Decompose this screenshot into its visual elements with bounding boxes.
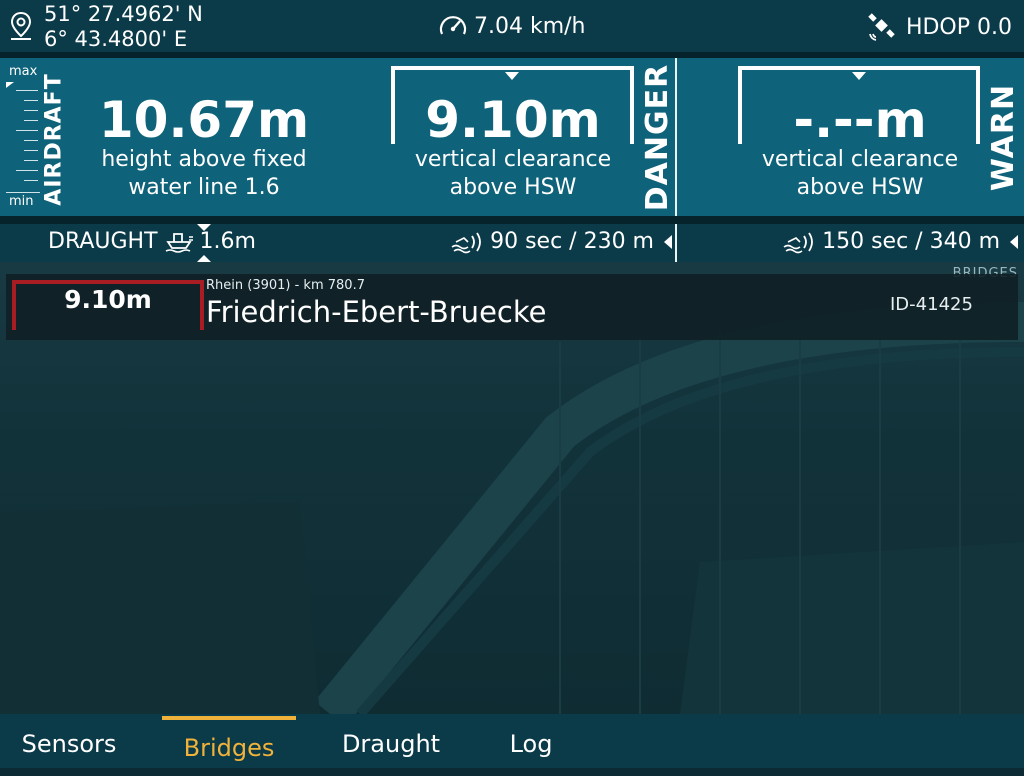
danger-desc-line2: above HSW <box>449 175 577 200</box>
bridge-view: BRIDGES 9.10m Rhein (3901) - km 780.7 Fr… <box>0 262 1024 714</box>
danger-eta-value: 90 sec / 230 m <box>490 229 654 254</box>
danger-label: DANGER <box>638 62 678 212</box>
warn-eta-value: 150 sec / 340 m <box>822 229 1000 254</box>
danger-desc-line1: vertical clearance <box>414 147 612 172</box>
draught-value: 1.6m <box>199 228 256 254</box>
bridge-id: ID-41425 <box>890 294 973 315</box>
river-km: Rhein (3901) - km 780.7 <box>206 278 365 293</box>
satellite-icon <box>868 13 895 41</box>
ship-draught-icon <box>165 233 193 253</box>
speedometer-icon <box>439 16 467 35</box>
warn-desc-line1: vertical clearance <box>761 147 959 172</box>
speed-display: 7.04 km/h <box>438 12 586 40</box>
scale-tick <box>16 130 38 131</box>
wave-signal-icon <box>451 232 481 253</box>
danger-measurement: 9.10m vertical clearance above HSW <box>400 94 626 202</box>
warn-label: WARN <box>984 62 1024 212</box>
hdop-readout: HDOP 0.0 <box>905 14 1012 40</box>
warn-measurement: -.--m vertical clearance above HSW <box>750 94 970 202</box>
warn-label-text: WARN <box>986 83 1022 191</box>
danger-caret-icon <box>505 72 519 80</box>
airdraft-desc-line2: water line 1.6 <box>128 175 280 200</box>
divider <box>675 224 677 262</box>
scale-max-label: max <box>9 64 38 79</box>
warn-caret-icon <box>852 72 866 80</box>
coordinates: 51° 27.4962' N 6° 43.4800' E <box>44 2 203 52</box>
draught-marker-icon <box>197 255 211 262</box>
bridge-clearance: 9.10m <box>64 285 152 314</box>
danger-eta: 90 sec / 230 m <box>450 229 672 254</box>
airdraft-measurement: 10.67m height above fixed water line 1.6 <box>90 94 318 202</box>
tab-log[interactable]: Log <box>490 716 572 768</box>
speed-readout: 7.04 km/h <box>474 13 586 39</box>
airdraft-title-text: AIRDRAFT <box>41 72 67 206</box>
scale-min-label: min <box>9 194 34 209</box>
status-bar: 51° 27.4962' N 6° 43.4800' E 7.04 km/h H… <box>0 0 1024 52</box>
location-pin-icon <box>10 11 32 40</box>
danger-value: 9.10m <box>425 91 601 149</box>
airdraft-desc-line1: height above fixed <box>101 147 307 172</box>
latitude-readout: 51° 27.4962' N <box>44 2 203 26</box>
tab-bridges[interactable]: Bridges <box>162 716 296 772</box>
scale-pointer-icon <box>6 82 14 88</box>
airdraft-title: AIRDRAFT <box>36 73 72 205</box>
scale-tick <box>16 90 38 91</box>
draught-display: DRAUGHT 1.6m <box>48 228 256 254</box>
bridge-name: Friedrich-Ebert-Bruecke <box>206 295 547 329</box>
gps-status: HDOP 0.0 <box>866 12 1012 42</box>
tab-sensors[interactable]: Sensors <box>0 716 138 768</box>
expand-left-icon[interactable] <box>1010 234 1018 249</box>
divider <box>0 216 1024 224</box>
scale-tick <box>16 170 38 171</box>
bridge-card[interactable]: 9.10m Rhein (3901) - km 780.7 Friedrich-… <box>6 274 1018 340</box>
longitude-readout: 6° 43.4800' E <box>44 27 188 51</box>
warn-value: -.--m <box>793 91 927 149</box>
warn-eta: 150 sec / 340 m <box>782 229 1018 254</box>
danger-label-text: DANGER <box>640 63 676 211</box>
warn-desc-line2: above HSW <box>796 175 924 200</box>
scale-tick <box>6 192 40 193</box>
tab-draught[interactable]: Draught <box>322 716 460 768</box>
expand-left-icon[interactable] <box>664 234 672 249</box>
draught-label: DRAUGHT <box>48 228 158 254</box>
wave-signal-icon <box>783 232 814 253</box>
airdraft-value: 10.67m <box>98 91 310 149</box>
